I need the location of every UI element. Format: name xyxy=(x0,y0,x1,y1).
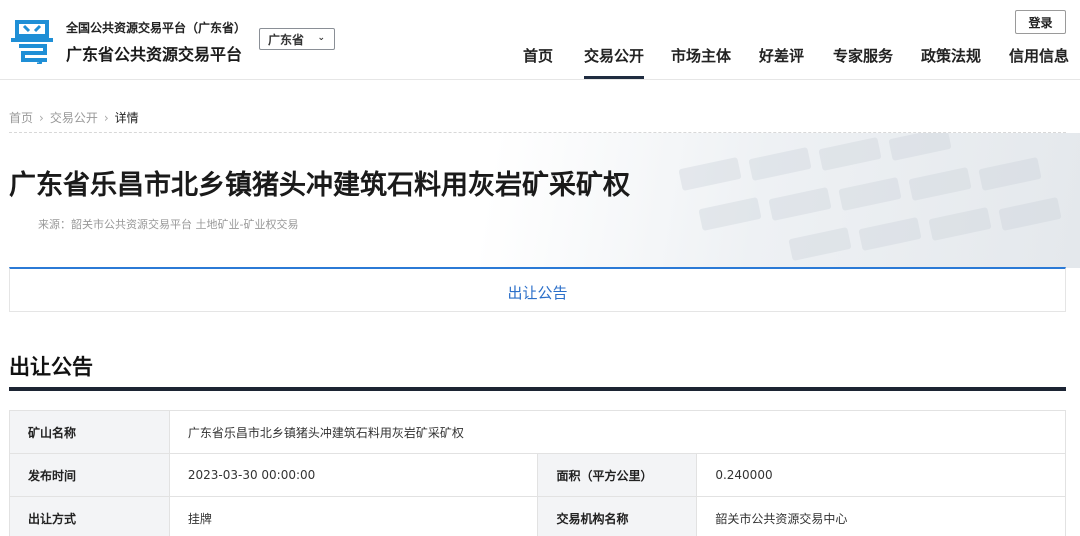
keyboard-background-graphic xyxy=(678,133,1062,261)
table-label-transfer-method: 出让方式 xyxy=(9,496,170,536)
nav-item-credit[interactable]: 信用信息 xyxy=(1009,46,1069,80)
table-label-mine-name: 矿山名称 xyxy=(9,410,170,454)
login-button[interactable]: 登录 xyxy=(1015,10,1066,34)
table-label-agency: 交易机构名称 xyxy=(537,496,698,536)
nav-item-evaluation[interactable]: 好差评 xyxy=(759,46,804,80)
table-value-area: 0.240000 xyxy=(696,453,1066,497)
table-label-publish-time: 发布时间 xyxy=(9,453,170,497)
table-value-agency: 韶关市公共资源交易中心 xyxy=(696,496,1066,536)
nav-item-market-entity[interactable]: 市场主体 xyxy=(671,46,731,80)
tab-transfer-notice[interactable]: 出让公告 xyxy=(10,282,1065,303)
table-label-area: 面积（平方公里） xyxy=(537,453,698,497)
section-title: 出让公告 xyxy=(9,355,93,379)
breadcrumb-separator-icon: › xyxy=(39,111,44,125)
nav-item-policy[interactable]: 政策法规 xyxy=(921,46,981,80)
page-title: 广东省乐昌市北乡镇猪头冲建筑石料用灰岩矿采矿权 xyxy=(9,170,630,201)
nav-item-home[interactable]: 首页 xyxy=(523,46,553,80)
source-info: 来源：韶关市公共资源交易平台 土地矿业-矿业权交易 xyxy=(38,218,299,231)
chevron-down-icon: ⌄ xyxy=(317,33,325,43)
nav-item-expert-service[interactable]: 专家服务 xyxy=(833,46,893,80)
hero-banner: 广东省乐昌市北乡镇猪头冲建筑石料用灰岩矿采矿权 来源：韶关市公共资源交易平台 土… xyxy=(0,133,1080,268)
nav-item-transaction-public[interactable]: 交易公开 xyxy=(584,46,645,80)
region-select-value: 广东省 xyxy=(268,32,305,47)
breadcrumb-transaction[interactable]: 交易公开 xyxy=(50,111,98,125)
table-value-mine-name: 广东省乐昌市北乡镇猪头冲建筑石料用灰岩矿采矿权 xyxy=(168,410,1067,454)
main-nav: 首页 交易公开 市场主体 好差评 专家服务 政策法规 信用信息 xyxy=(0,46,1080,80)
breadcrumb-separator-icon: › xyxy=(103,111,109,125)
breadcrumb-current: 详情 xyxy=(114,111,139,125)
tab-bar: 出让公告 xyxy=(9,267,1066,312)
brand-subtitle: 全国公共资源交易平台（广东省） xyxy=(66,21,247,35)
section-divider xyxy=(9,387,1066,391)
table-row: 矿山名称 广东省乐昌市北乡镇猪头冲建筑石料用灰岩矿采矿权 xyxy=(9,410,1067,454)
table-row: 出让方式 挂牌 交易机构名称 韶关市公共资源交易中心 xyxy=(9,496,1066,536)
table-value-publish-time: 2023-03-30 00:00:00 xyxy=(168,453,539,497)
table-row: 发布时间 2023-03-30 00:00:00 面积（平方公里） 0.2400… xyxy=(9,453,1066,497)
breadcrumb-home[interactable]: 首页 xyxy=(9,111,33,125)
table-value-transfer-method: 挂牌 xyxy=(168,496,539,536)
site-header: 全国公共资源交易平台（广东省） 广东省公共资源交易平台 广东省 ⌄ 登录 首页 … xyxy=(0,0,1080,80)
breadcrumb: 首页 › 交易公开 › 详情 xyxy=(9,109,139,126)
info-table: 矿山名称 广东省乐昌市北乡镇猪头冲建筑石料用灰岩矿采矿权 发布时间 2023-0… xyxy=(9,410,1067,536)
